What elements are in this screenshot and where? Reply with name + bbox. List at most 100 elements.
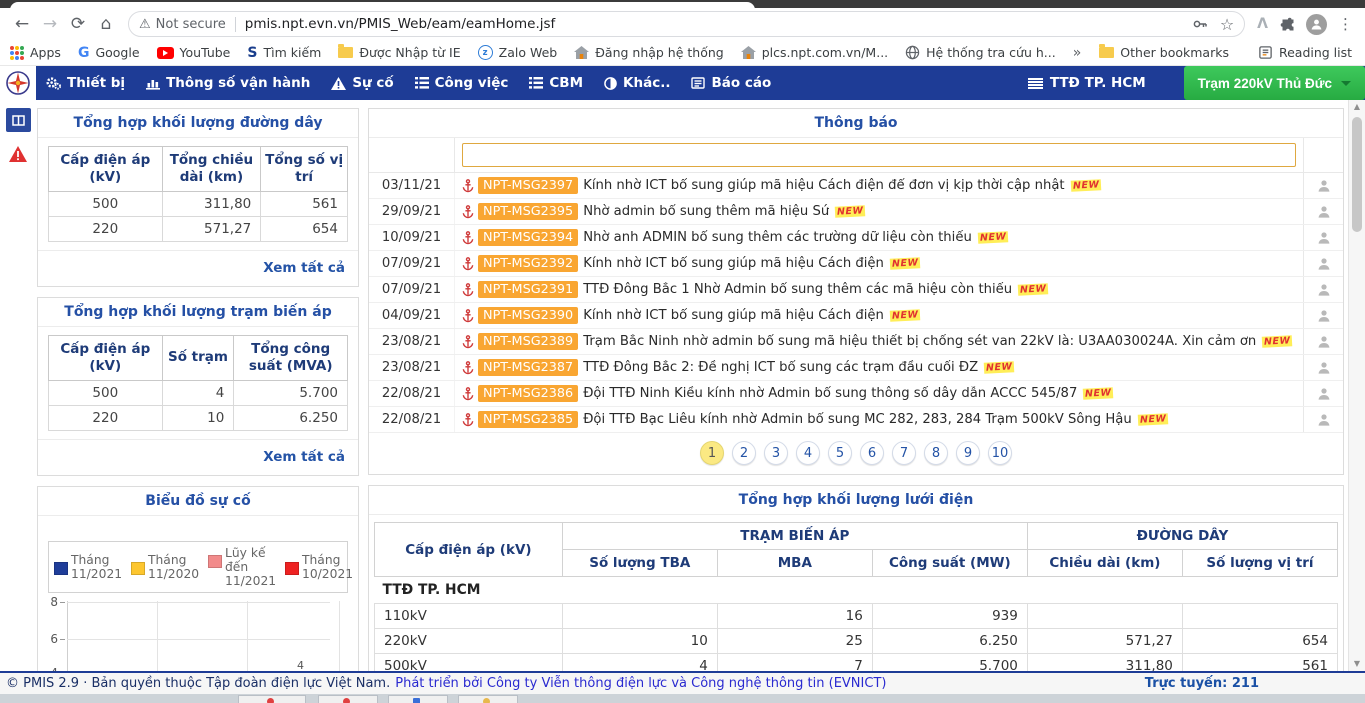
page-button-1[interactable]: 1 xyxy=(700,441,724,465)
message-author-cell[interactable] xyxy=(1303,277,1343,302)
bookmark-star-icon[interactable]: ☆ xyxy=(1220,15,1234,34)
nav-item-label: Công việc xyxy=(435,75,509,91)
alert-triangle-button[interactable] xyxy=(8,146,28,166)
message-author-cell[interactable] xyxy=(1303,199,1343,224)
column-header: MBA xyxy=(717,550,872,577)
nav-item-thong-so-van-hanh[interactable]: Thông số vận hành xyxy=(146,75,310,91)
bookmark-plcs[interactable]: plcs.npt.com.vn/M... xyxy=(741,45,888,60)
security-label[interactable]: Not secure xyxy=(156,17,226,32)
message-id-badge[interactable]: NPT-MSG2387 xyxy=(478,359,578,376)
page-scrollbar[interactable]: ▲ ▼ xyxy=(1348,100,1365,671)
reading-list[interactable]: Reading list xyxy=(1258,45,1352,60)
message-filter-input[interactable] xyxy=(462,143,1296,167)
message-row[interactable]: 07/09/21 NPT-MSG2392 Kính nhờ ICT bổ sun… xyxy=(369,251,1343,277)
view-all-link[interactable]: Xem tất cả xyxy=(38,439,358,475)
page-button-7[interactable]: 7 xyxy=(892,441,916,465)
bookmark-youtube[interactable]: YouTube xyxy=(157,45,231,60)
nav-item-cong-viec[interactable]: Công việc xyxy=(415,75,509,91)
home-button[interactable]: ⌂ xyxy=(92,10,120,38)
scrollbar-thumb[interactable] xyxy=(1352,117,1362,232)
message-row[interactable]: 23/08/21 NPT-MSG2389 Trạm Bắc Ninh nhờ a… xyxy=(369,329,1343,355)
message-id-badge[interactable]: NPT-MSG2395 xyxy=(478,203,578,220)
nav-item-thiet-bi[interactable]: Thiết bị xyxy=(46,75,125,91)
message-author-cell[interactable] xyxy=(1303,173,1343,198)
message-author-cell[interactable] xyxy=(1303,407,1343,432)
message-id-badge[interactable]: NPT-MSG2397 xyxy=(478,177,578,194)
message-id-badge[interactable]: NPT-MSG2385 xyxy=(478,411,578,428)
password-key-icon[interactable] xyxy=(1192,16,1208,32)
cell-mba: 16 xyxy=(717,604,872,629)
browser-profile-avatar[interactable] xyxy=(1306,14,1327,35)
page-button-5[interactable]: 5 xyxy=(828,441,852,465)
message-row[interactable]: 07/09/21 NPT-MSG2391 TTĐ Đông Bắc 1 Nhờ … xyxy=(369,277,1343,303)
bookmark-tim-kiem[interactable]: S Tìm kiếm xyxy=(247,45,321,61)
message-row[interactable]: 03/11/21 NPT-MSG2397 Kính nhờ ICT bổ sun… xyxy=(369,173,1343,199)
message-id-badge[interactable]: NPT-MSG2390 xyxy=(478,307,578,324)
evn-logo[interactable] xyxy=(0,66,36,100)
cell-stations: 4 xyxy=(162,380,234,405)
message-id-badge[interactable]: NPT-MSG2389 xyxy=(478,333,578,350)
browser-menu-icon[interactable]: ⋮ xyxy=(1338,15,1353,33)
reading-list-icon xyxy=(1258,45,1273,60)
page-button-9[interactable]: 9 xyxy=(956,441,980,465)
bookmark-zalo[interactable]: z Zalo Web xyxy=(478,45,558,60)
message-text: TTĐ Đông Bắc 2: Đề nghị ICT bổ sung các … xyxy=(583,360,978,375)
bookmark-label: Được Nhập từ IE xyxy=(359,45,460,60)
message-row[interactable]: 04/09/21 NPT-MSG2390 Kính nhờ ICT bổ sun… xyxy=(369,303,1343,329)
message-row[interactable]: 23/08/21 NPT-MSG2387 TTĐ Đông Bắc 2: Đề … xyxy=(369,355,1343,381)
message-id-badge[interactable]: NPT-MSG2394 xyxy=(478,229,578,246)
message-id-badge[interactable]: NPT-MSG2391 xyxy=(478,281,578,298)
message-row[interactable]: 29/09/21 NPT-MSG2395 Nhờ admin bổ sung t… xyxy=(369,199,1343,225)
station-selector-button[interactable]: Trạm 220kV Thủ Đức xyxy=(1184,66,1365,100)
message-author-cell[interactable] xyxy=(1303,225,1343,250)
bookmark-apps[interactable]: Apps xyxy=(10,45,61,60)
bookmarks-overflow-chevron[interactable]: » xyxy=(1073,45,1082,61)
new-badge: NEW xyxy=(1083,387,1114,400)
layout-columns-button[interactable] xyxy=(6,108,31,132)
message-id-badge[interactable]: NPT-MSG2386 xyxy=(478,385,578,402)
other-bookmarks[interactable]: Other bookmarks xyxy=(1099,45,1229,60)
message-author-cell[interactable] xyxy=(1303,355,1343,380)
message-row[interactable]: 10/09/21 NPT-MSG2394 Nhờ anh ADMIN bổ su… xyxy=(369,225,1343,251)
message-id-badge[interactable]: NPT-MSG2392 xyxy=(478,255,578,272)
legend-label: Lũy kế đến 11/2021 xyxy=(225,546,281,588)
bookmark-dang-nhap[interactable]: Đăng nhập hệ thống xyxy=(574,45,724,60)
message-row[interactable]: 22/08/21 NPT-MSG2385 Đội TTĐ Bạc Liêu kí… xyxy=(369,407,1343,433)
view-all-link[interactable]: Xem tất cả xyxy=(38,250,358,286)
bookmark-imported-ie[interactable]: Được Nhập từ IE xyxy=(338,45,460,60)
extensions-puzzle-icon[interactable] xyxy=(1279,16,1295,32)
bookmark-tra-cuu[interactable]: Hệ thống tra cứu h... xyxy=(905,45,1056,60)
message-author-cell[interactable] xyxy=(1303,329,1343,354)
developer-link[interactable]: Phát triển bởi Công ty Viễn thông điện l… xyxy=(395,676,886,691)
message-author-cell[interactable] xyxy=(1303,303,1343,328)
omnibox[interactable]: ⚠ Not secure pmis.npt.evn.vn/PMIS_Web/ea… xyxy=(128,11,1245,37)
page-button-8[interactable]: 8 xyxy=(924,441,948,465)
forward-button[interactable]: → xyxy=(36,10,64,38)
message-author-cell[interactable] xyxy=(1303,251,1343,276)
page-button-4[interactable]: 4 xyxy=(796,441,820,465)
left-column: Tổng hợp khối lượng đường dây Cấp điện á… xyxy=(36,100,362,671)
bookmark-label: Apps xyxy=(30,45,61,60)
url-text[interactable]: pmis.npt.evn.vn/PMIS_Web/eam/eamHome.jsf xyxy=(245,16,1184,32)
scroll-down-arrow[interactable]: ▼ xyxy=(1349,657,1365,671)
table-row: 500 4 5.700 xyxy=(49,380,348,405)
nav-item-bao-cao[interactable]: Báo cáo xyxy=(691,75,771,91)
legend-swatch xyxy=(54,562,68,575)
scroll-up-arrow[interactable]: ▲ xyxy=(1349,100,1365,114)
page-button-3[interactable]: 3 xyxy=(764,441,788,465)
page-button-10[interactable]: 10 xyxy=(988,441,1012,465)
person-icon xyxy=(1317,231,1331,245)
nav-item-su-co[interactable]: Sự cố xyxy=(331,75,393,91)
message-author-cell[interactable] xyxy=(1303,381,1343,406)
current-unit[interactable]: TTĐ TP. HCM xyxy=(1028,75,1146,91)
anchor-icon xyxy=(462,361,474,375)
page-button-2[interactable]: 2 xyxy=(732,441,756,465)
nav-item-khac[interactable]: Khác.. xyxy=(604,75,670,91)
message-row[interactable]: 22/08/21 NPT-MSG2386 Đội TTĐ Ninh Kiều k… xyxy=(369,381,1343,407)
nav-item-cbm[interactable]: CBM xyxy=(529,75,583,91)
extension-a-icon[interactable]: Λ xyxy=(1257,16,1268,32)
refresh-button[interactable]: ⟳ xyxy=(64,10,92,38)
back-button[interactable]: ← xyxy=(8,10,36,38)
bookmark-google[interactable]: G Google xyxy=(78,45,140,61)
page-button-6[interactable]: 6 xyxy=(860,441,884,465)
